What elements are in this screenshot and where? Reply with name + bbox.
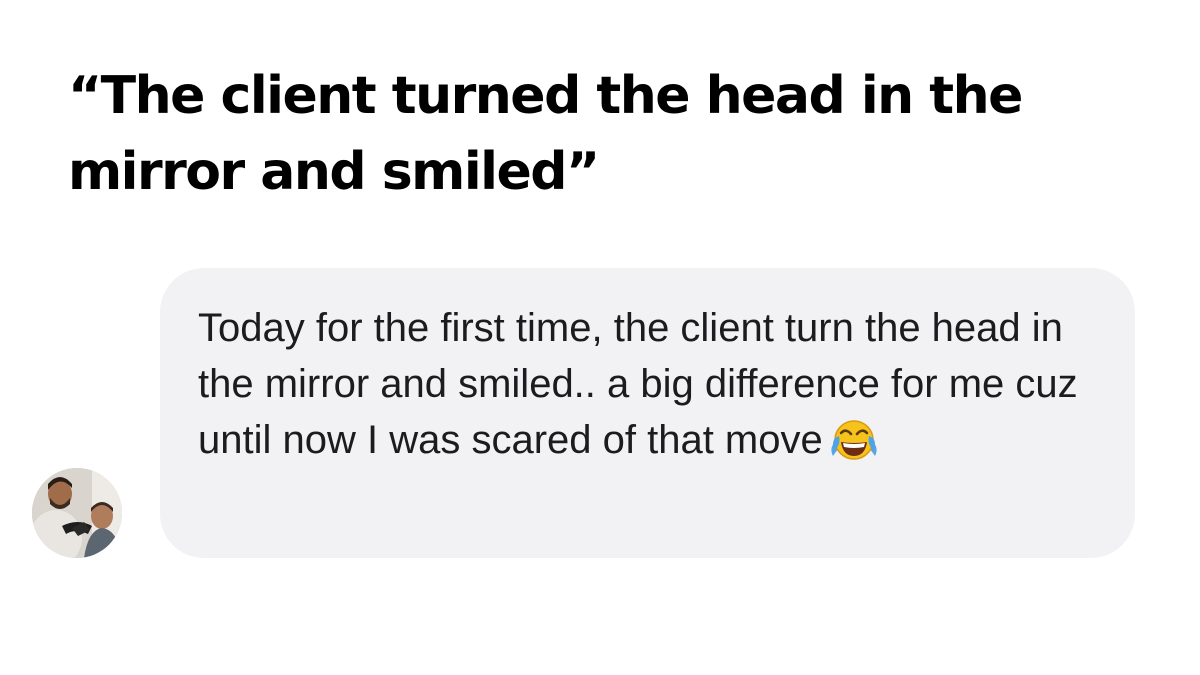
barber-photo [32, 468, 122, 558]
headline: “The client turned the head in the mirro… [68, 66, 1023, 202]
face-with-tears-of-joy-icon [829, 418, 879, 477]
message-text: Today for the first time, the client tur… [198, 306, 1078, 462]
avatar[interactable] [32, 468, 122, 558]
message-bubble[interactable]: Today for the first time, the client tur… [160, 268, 1135, 558]
